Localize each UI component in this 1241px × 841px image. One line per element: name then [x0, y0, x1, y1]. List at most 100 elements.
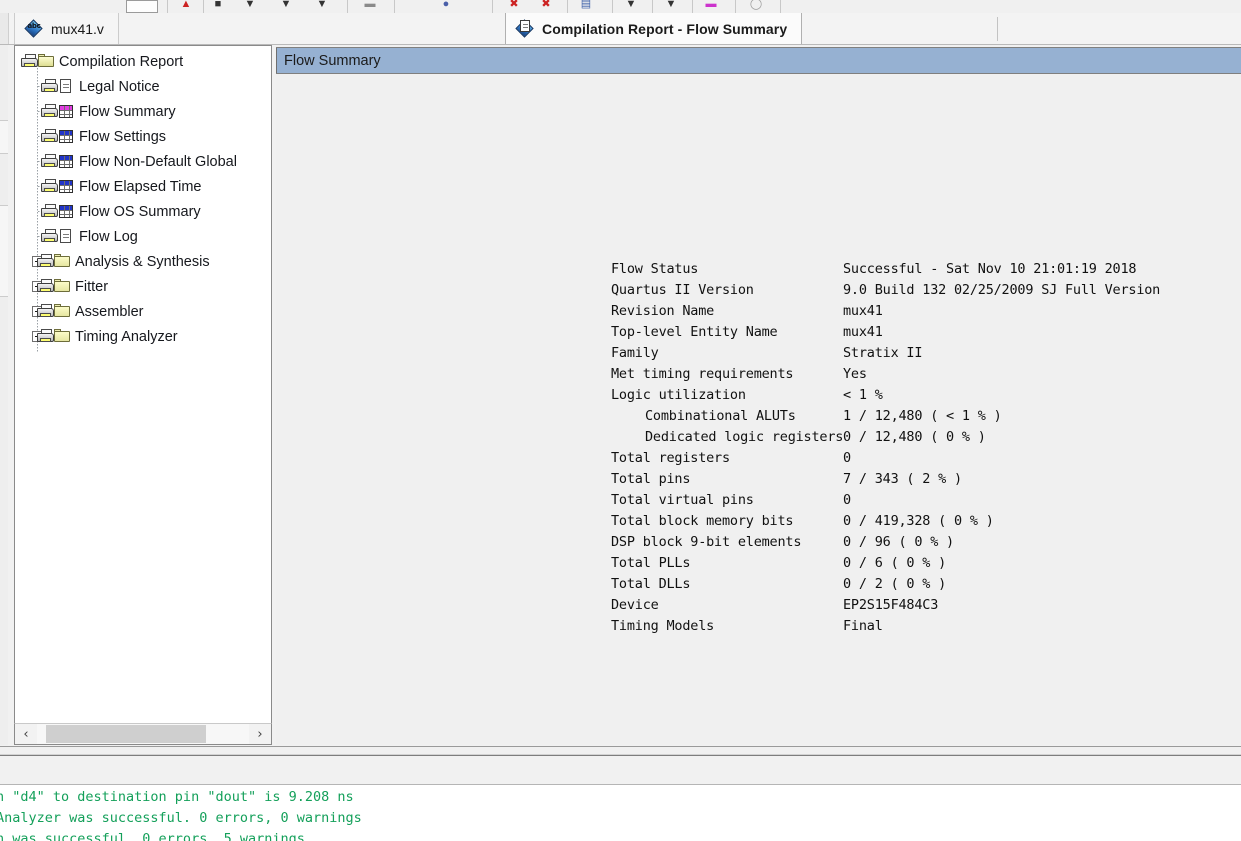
- clock-icon[interactable]: ◯: [745, 0, 767, 13]
- row-key: Total pins: [611, 470, 691, 487]
- row-value: Successful - Sat Nov 10 21:01:19 2018: [843, 260, 1137, 277]
- compile-icon[interactable]: ▲: [175, 0, 197, 13]
- folder-open-icon: [38, 54, 54, 69]
- row-value: mux41: [843, 323, 883, 340]
- scrollbar-thumb[interactable]: [46, 725, 206, 743]
- folder-icon: [54, 279, 70, 294]
- report-panel: Flow Summary Flow Status Successful - Sa…: [276, 45, 1241, 745]
- row-key: Timing Models: [611, 617, 715, 634]
- arrow-down-4-icon[interactable]: ▼: [622, 0, 640, 13]
- row-key: Total virtual pins: [611, 491, 754, 508]
- tree-item-fitter[interactable]: Fitter: [15, 274, 271, 299]
- table-row: Total pins 7 / 343 ( 2 % ): [611, 468, 1160, 489]
- log-line: n "d4" to destination pin "dout" is 9.20…: [0, 789, 354, 805]
- tree-item-label: Timing Analyzer: [75, 328, 178, 345]
- messages-panel[interactable]: n "d4" to destination pin "dout" is 9.20…: [0, 755, 1241, 841]
- tree-horizontal-scrollbar[interactable]: ‹ ›: [14, 723, 272, 745]
- folder-icon: [54, 254, 70, 269]
- magenta-bar-icon[interactable]: ▬: [700, 0, 722, 13]
- stop-1-icon[interactable]: ✖: [505, 0, 523, 13]
- tree-item-legal-notice[interactable]: Legal Notice: [15, 74, 271, 99]
- step-icon[interactable]: ■: [208, 0, 228, 13]
- tab-bar-divider: [997, 17, 998, 41]
- tree-item-flow-summary[interactable]: Flow Summary: [15, 99, 271, 124]
- row-value: 0 / 6 ( 0 % ): [843, 554, 947, 571]
- table-row: Quartus II Version 9.0 Build 132 02/25/2…: [611, 279, 1160, 300]
- row-value: 0: [843, 449, 851, 466]
- document-icon: [58, 79, 74, 94]
- arrow-down-5-icon[interactable]: ▼: [662, 0, 680, 13]
- scroll-left-arrow[interactable]: ‹: [15, 724, 37, 744]
- quartus-window: ▲ ■ ▼ ▼ ▼ ▬ ● ✖ ✖ ▤ ▼ ▼ ▬ ◯ abc mux41.v …: [0, 0, 1241, 841]
- toolbar-combo[interactable]: [126, 0, 158, 13]
- row-value: 0 / 96 ( 0 % ): [843, 533, 954, 550]
- tree-item-label: Fitter: [75, 278, 109, 295]
- toolbar-strip: ▲ ■ ▼ ▼ ▼ ▬ ● ✖ ✖ ▤ ▼ ▼ ▬ ◯: [0, 0, 1241, 14]
- arrow-down-1-icon[interactable]: ▼: [240, 0, 260, 13]
- arrow-down-3-icon[interactable]: ▼: [312, 0, 332, 13]
- row-key: Family: [611, 344, 659, 361]
- folder-icon: [54, 304, 70, 319]
- row-key: Met timing requirements: [611, 365, 794, 382]
- arrow-down-2-icon[interactable]: ▼: [276, 0, 296, 13]
- tree-item-label: Analysis & Synthesis: [75, 253, 210, 270]
- grid-icon[interactable]: ▤: [576, 0, 596, 13]
- row-key: Device: [611, 596, 659, 613]
- table-row: Logic utilization < 1 %: [611, 384, 1160, 405]
- row-value: Stratix II: [843, 344, 923, 361]
- tree-items: Compilation Report Legal Notice Flow Sum: [15, 49, 271, 349]
- row-key: Total block memory bits: [611, 512, 794, 529]
- row-value: 0 / 2 ( 0 % ): [843, 575, 947, 592]
- table-row: Total block memory bits 0 / 419,328 ( 0 …: [611, 510, 1160, 531]
- table-row: Revision Name mux41: [611, 300, 1160, 321]
- gutter-panel-a: [0, 120, 8, 154]
- table-row: Total PLLs 0 / 6 ( 0 % ): [611, 552, 1160, 573]
- row-key: Quartus II Version: [611, 281, 754, 298]
- table-row: Flow Status Successful - Sat Nov 10 21:0…: [611, 258, 1160, 279]
- stop-2-icon[interactable]: ✖: [537, 0, 555, 13]
- tree-item-flow-settings[interactable]: Flow Settings: [15, 124, 271, 149]
- verilog-file-icon: abc: [24, 18, 43, 38]
- row-value: Yes: [843, 365, 867, 382]
- row-value: 0: [843, 491, 851, 508]
- tree-item-flow-log[interactable]: Flow Log: [15, 224, 271, 249]
- table-row: Combinational ALUTs 1 / 12,480 ( < 1 % ): [611, 405, 1160, 426]
- tree-item-flow-non-default-global[interactable]: Flow Non-Default Global: [15, 149, 271, 174]
- tree-item-flow-elapsed-time[interactable]: Flow Elapsed Time: [15, 174, 271, 199]
- report-body: Flow Status Successful - Sat Nov 10 21:0…: [276, 74, 1241, 745]
- tab-mux41-v[interactable]: abc mux41.v: [14, 13, 119, 44]
- tree-item-label: Legal Notice: [79, 78, 160, 95]
- row-value: 9.0 Build 132 02/25/2009 SJ Full Version: [843, 281, 1161, 298]
- tree-item-flow-os-summary[interactable]: Flow OS Summary: [15, 199, 271, 224]
- row-key: Revision Name: [611, 302, 715, 319]
- tree-item-assembler[interactable]: Assembler: [15, 299, 271, 324]
- table-blue-icon: [58, 154, 74, 169]
- log-line: Analyzer was successful. 0 errors, 0 war…: [0, 810, 362, 826]
- scroll-right-arrow[interactable]: ›: [249, 724, 271, 744]
- row-key: Total registers: [611, 449, 730, 466]
- table-blue-icon: [58, 204, 74, 219]
- tree-item-timing-analyzer[interactable]: Timing Analyzer: [15, 324, 271, 349]
- table-row: Device EP2S15F484C3: [611, 594, 1160, 615]
- gutter-panel-b: [0, 205, 8, 297]
- panel-divider[interactable]: [0, 746, 1241, 755]
- tree-item-analysis-synthesis[interactable]: Analysis & Synthesis: [15, 249, 271, 274]
- message-list: n "d4" to destination pin "dout" is 9.20…: [0, 787, 1241, 841]
- tab-bar-left-edge: [0, 13, 9, 44]
- row-key: Logic utilization: [611, 386, 746, 403]
- scrollbar-track[interactable]: [37, 724, 249, 744]
- compilation-report-tree[interactable]: Compilation Report Legal Notice Flow Sum: [14, 45, 272, 745]
- table-row: Total DLLs 0 / 2 ( 0 % ): [611, 573, 1160, 594]
- tree-item-label: Flow Elapsed Time: [79, 178, 202, 195]
- tab-compilation-report[interactable]: Compilation Report - Flow Summary: [505, 13, 803, 44]
- row-key: Top-level Entity Name: [611, 323, 778, 340]
- row-value: Final: [843, 617, 883, 634]
- row-key: Flow Status: [611, 260, 699, 277]
- table-blue-icon: [58, 129, 74, 144]
- pin-icon[interactable]: ●: [438, 0, 454, 13]
- folder-icon: [54, 329, 70, 344]
- device-icon[interactable]: ▬: [358, 0, 382, 13]
- table-magenta-icon: [58, 104, 74, 119]
- tree-item-label: Flow Settings: [79, 128, 167, 145]
- tree-item-compilation-report[interactable]: Compilation Report: [15, 49, 271, 74]
